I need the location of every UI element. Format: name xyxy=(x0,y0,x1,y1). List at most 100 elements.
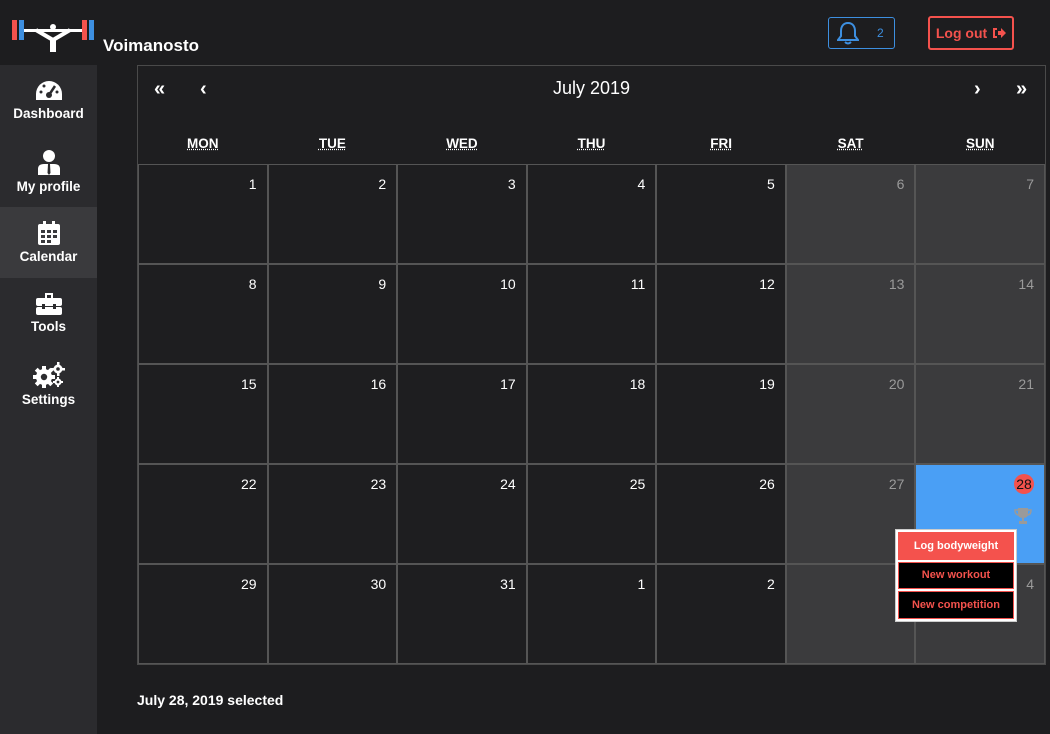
calendar-day[interactable]: 14 xyxy=(915,264,1045,364)
day-number: 13 xyxy=(888,276,905,292)
new-workout-button[interactable]: New workout xyxy=(898,561,1014,590)
calendar-day[interactable]: 20 xyxy=(785,364,916,464)
log-bodyweight-button[interactable]: Log bodyweight xyxy=(898,532,1014,560)
calendar-day[interactable]: 4 xyxy=(526,164,657,264)
calendar-day[interactable]: 12 xyxy=(656,264,786,364)
dashboard-icon xyxy=(35,81,62,100)
sidebar-item-label: Tools xyxy=(31,319,66,334)
calendar-navigation: « ‹ July 2019 › » xyxy=(138,66,1045,112)
day-number: 1 xyxy=(248,176,257,192)
calendar-day[interactable]: 3 xyxy=(397,164,527,264)
day-number: 9 xyxy=(378,276,387,292)
day-number: 7 xyxy=(1026,176,1034,192)
calendar-day[interactable]: 5 xyxy=(656,164,786,264)
day-number: 6 xyxy=(896,176,905,192)
calendar-day[interactable]: 9 xyxy=(267,264,398,364)
day-number: 12 xyxy=(759,276,775,292)
trophy-icon[interactable] xyxy=(1014,507,1032,525)
weekday-label: SAT xyxy=(837,136,864,151)
day-number: 20 xyxy=(888,376,905,392)
sidebar-item-label: Calendar xyxy=(19,249,78,264)
day-number: 11 xyxy=(630,276,646,292)
notifications-button[interactable]: 2 xyxy=(828,17,895,49)
calendar-day[interactable]: 23 xyxy=(267,464,398,564)
weekday-header: MON TUE WED THU FRI SAT SUN xyxy=(138,136,1045,164)
day-number: 4 xyxy=(1026,576,1034,592)
calendar-day[interactable]: 2 xyxy=(267,164,398,264)
sign-out-icon xyxy=(993,28,1007,38)
day-number: 3 xyxy=(507,176,516,192)
weekday-label: WED xyxy=(446,136,478,151)
day-number: 21 xyxy=(1018,376,1034,392)
calendar-day[interactable]: 29 xyxy=(138,564,268,664)
day-number: 30 xyxy=(370,576,387,592)
calendar-day[interactable]: 31 xyxy=(397,564,527,664)
calendar-day[interactable]: 22 xyxy=(138,464,268,564)
day-number: 4 xyxy=(637,176,646,192)
month-label[interactable]: July 2019 xyxy=(138,78,1045,99)
sidebar-item-label: My profile xyxy=(16,179,81,194)
day-number: 2 xyxy=(767,576,775,592)
day-number: 16 xyxy=(370,376,387,392)
calendar-day[interactable]: 11 xyxy=(526,264,657,364)
calendar-day[interactable]: 18 xyxy=(526,364,657,464)
day-actions-popup: Log bodyweight New workout New competiti… xyxy=(895,529,1017,622)
day-number: 2 xyxy=(378,176,387,192)
next-month-button[interactable]: › xyxy=(974,78,981,101)
day-number: 26 xyxy=(759,476,775,492)
new-competition-button[interactable]: New competition xyxy=(898,591,1014,619)
day-number-today-badge: 28 xyxy=(1013,474,1034,494)
app-title: Voimanosto xyxy=(103,36,200,55)
bell-icon xyxy=(837,21,859,45)
sidebar-item-label: Dashboard xyxy=(13,106,84,121)
sidebar-item-my-profile[interactable]: My profile xyxy=(0,136,97,207)
sidebar-item-tools[interactable]: Tools xyxy=(0,278,97,349)
weekday-label: THU xyxy=(577,136,606,151)
calendar-day[interactable]: 26 xyxy=(656,464,786,564)
day-number: 25 xyxy=(629,476,646,492)
calendar-day[interactable]: 2 xyxy=(656,564,786,664)
calendar-day[interactable]: 6 xyxy=(785,164,916,264)
calendar-day[interactable]: 8 xyxy=(138,264,268,364)
calendar-day[interactable]: 15 xyxy=(138,364,268,464)
selected-date-status: July 28, 2019 selected xyxy=(137,692,284,708)
weekday-label: MON xyxy=(187,136,219,151)
calendar-day[interactable]: 1 xyxy=(138,164,268,264)
calendar-day[interactable]: 7 xyxy=(915,164,1045,264)
day-number: 27 xyxy=(888,476,905,492)
day-number: 31 xyxy=(500,576,516,592)
sidebar-item-label: Settings xyxy=(21,392,76,407)
calendar-day[interactable]: 17 xyxy=(397,364,527,464)
day-number: 1 xyxy=(637,576,646,592)
calendar-day[interactable]: 1 xyxy=(526,564,657,664)
user-icon xyxy=(37,150,60,175)
toolbox-icon xyxy=(35,293,62,315)
calendar-day[interactable]: 13 xyxy=(785,264,916,364)
next-year-button[interactable]: » xyxy=(1016,78,1027,101)
day-number: 24 xyxy=(500,476,516,492)
sidebar: Dashboard My profile Calendar Tools Sett… xyxy=(0,65,97,734)
sidebar-item-settings[interactable]: Settings xyxy=(0,349,97,420)
notification-count-badge: 2 xyxy=(877,26,884,40)
header: Voimanosto 2 Log out xyxy=(0,0,1050,65)
day-number: 22 xyxy=(240,476,257,492)
calendar-icon xyxy=(37,221,60,245)
calendar-day[interactable]: 25 xyxy=(526,464,657,564)
calendar-day[interactable]: 10 xyxy=(397,264,527,364)
sidebar-item-dashboard[interactable]: Dashboard xyxy=(0,65,97,136)
day-number: 17 xyxy=(500,376,516,392)
calendar-day[interactable]: 16 xyxy=(267,364,398,464)
day-number: 29 xyxy=(240,576,257,592)
day-number: 23 xyxy=(370,476,387,492)
calendar-day[interactable]: 19 xyxy=(656,364,786,464)
calendar-day[interactable]: 21 xyxy=(915,364,1045,464)
calendar-day[interactable]: 30 xyxy=(267,564,398,664)
logout-label: Log out xyxy=(935,25,988,41)
barbell-logo-icon[interactable] xyxy=(12,18,94,52)
day-number: 18 xyxy=(629,376,646,392)
calendar-day[interactable]: 24 xyxy=(397,464,527,564)
logout-button[interactable]: Log out xyxy=(928,16,1014,50)
day-number: 19 xyxy=(759,376,775,392)
weekday-label: FRI xyxy=(710,136,732,151)
sidebar-item-calendar[interactable]: Calendar xyxy=(0,207,97,278)
